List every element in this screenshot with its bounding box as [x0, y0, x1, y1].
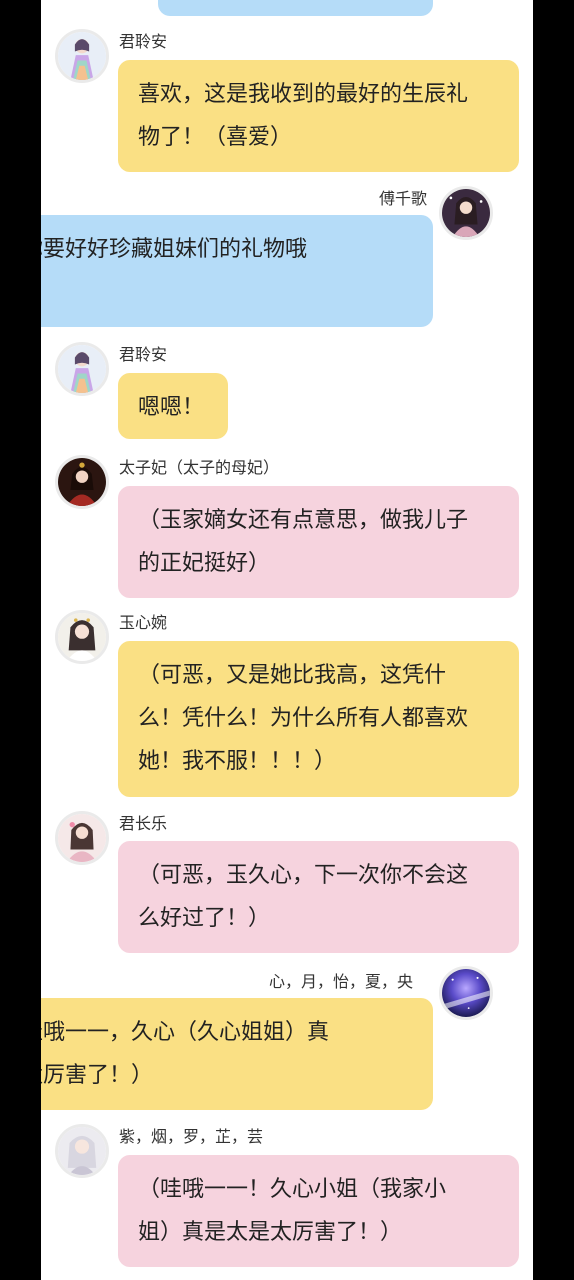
portrait-white-gown-icon[interactable]: [55, 610, 109, 664]
message-text-line: 她！我不服！！！）: [138, 749, 337, 774]
message-bubble[interactable]: [158, 0, 433, 16]
message-bubble[interactable]: （哇哦一一！久心小姐（我家小 姐）真是太是太厉害了！）: [118, 1155, 519, 1267]
portrait-pink-flower-icon[interactable]: [55, 811, 109, 865]
message-text-line: 姐）真是太是太厉害了！）: [138, 1220, 403, 1245]
sender-name: 君长乐: [119, 814, 168, 833]
sender-name: 君聆安: [119, 345, 168, 364]
portrait-red-robe-icon[interactable]: [55, 455, 109, 509]
sender-name: 君聆安: [119, 32, 168, 51]
message-bubble[interactable]: （可恶，又是她比我高，这凭什 么！凭什么！为什么所有人都喜欢 她！我不服！！！）: [118, 641, 519, 797]
portrait-silver-hair-icon[interactable]: [55, 1124, 109, 1178]
portrait-galaxy-icon[interactable]: [439, 966, 493, 1020]
message-text-line: 么好过了！）: [138, 906, 271, 931]
message-bubble[interactable]: （哇哦一一，久心（久心姐姐）真是太厉害了！）: [41, 998, 433, 1110]
portrait-rainbow-dress-icon[interactable]: [55, 29, 109, 83]
message-bubble[interactable]: 那你要好好珍藏姐妹们的礼物哦 😊！: [41, 215, 433, 327]
message-bubble[interactable]: （玉家嫡女还有点意思，做我儿子 的正妃挺好）: [118, 486, 519, 598]
sender-name: 傅千歌: [379, 189, 428, 208]
message-text-line: 的正妃挺好）: [138, 551, 271, 576]
sender-name: 心，月，怡，夏，央: [269, 972, 414, 991]
message-text-line: （玉家嫡女还有点意思，做我儿子: [138, 508, 469, 533]
phone-frame: 君聆安喜欢，这是我收到的最好的生辰礼物了！（喜爱）傅千歌那你要好好珍藏姐妹们的礼…: [0, 0, 574, 1280]
sender-name: 太子妃（太子的母妃）: [119, 458, 280, 477]
message-text-line: （哇哦一一，久心（久心姐姐）真: [41, 1020, 330, 1045]
message-bubble[interactable]: 嗯嗯！: [118, 373, 228, 439]
message-text-line: 物了！（喜爱）: [138, 125, 293, 150]
message-text-line: 是太厉害了！）: [41, 1063, 154, 1088]
message-bubble[interactable]: （可恶，玉久心，下一次你不会这 么好过了！）: [118, 841, 519, 953]
message-text-line: 么！凭什么！为什么所有人都喜欢: [138, 706, 469, 731]
message-text-line: （可恶，又是她比我高，这凭什: [138, 663, 447, 688]
message-bubble[interactable]: 喜欢，这是我收到的最好的生辰礼 物了！（喜爱）: [118, 60, 519, 172]
message-text-line: （哇哦一一！久心小姐（我家小: [138, 1177, 447, 1202]
sender-name: 紫，烟，罗，芷，芸: [119, 1127, 264, 1146]
portrait-rainbow-dress-icon[interactable]: [55, 342, 109, 396]
message-text-line: 嗯嗯！: [138, 395, 205, 420]
sender-name: 玉心婉: [119, 613, 168, 632]
message-text-line: （可恶，玉久心，下一次你不会这: [138, 863, 469, 888]
portrait-starry-icon[interactable]: [439, 186, 493, 240]
chat-area[interactable]: 君聆安喜欢，这是我收到的最好的生辰礼物了！（喜爱）傅千歌那你要好好珍藏姐妹们的礼…: [41, 0, 533, 1280]
message-text-line: 😊！: [41, 271, 413, 314]
message-text-line: 喜欢，这是我收到的最好的生辰礼: [138, 82, 469, 107]
message-text-line: 那你要好好珍藏姐妹们的礼物哦: [41, 237, 308, 262]
